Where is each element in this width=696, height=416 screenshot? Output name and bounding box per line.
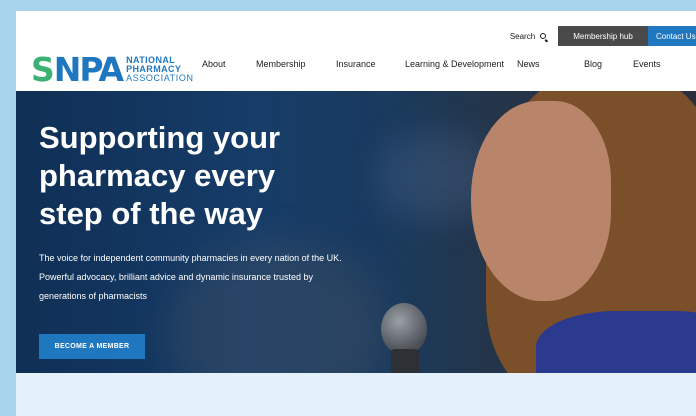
logo-wordmark: NATIONAL PHARMACY ASSOCIATION bbox=[126, 55, 194, 83]
contact-us-label: Contact Us bbox=[656, 31, 696, 41]
nav-learning-development[interactable]: Learning & Development bbox=[405, 59, 504, 69]
hero-description: The voice for independent community phar… bbox=[39, 253, 342, 301]
nav-insurance[interactable]: Insurance bbox=[336, 59, 376, 69]
utility-bar: Search Membership hub Contact Us bbox=[499, 26, 696, 46]
nav-about[interactable]: About bbox=[202, 59, 226, 69]
logo-line-3: ASSOCIATION bbox=[126, 72, 194, 83]
search-label: Search bbox=[509, 31, 536, 41]
search-icon bbox=[540, 32, 547, 40]
npa-logo[interactable]: S NPA NATIONAL PHARMACY ASSOCIATION bbox=[31, 49, 194, 89]
hero-photo-shirt bbox=[536, 311, 696, 373]
nav-blog[interactable]: Blog bbox=[584, 59, 602, 69]
microphone-stand bbox=[391, 349, 419, 373]
hero-heading: Supporting your pharmacy every step of t… bbox=[39, 120, 281, 231]
hero-photo-face bbox=[471, 101, 611, 301]
nav-events[interactable]: Events bbox=[633, 59, 661, 69]
logo-mark: S NPA bbox=[31, 49, 124, 89]
page: Search Membership hub Contact Us S NPA N… bbox=[16, 11, 696, 416]
next-section bbox=[16, 373, 696, 416]
logo-s-icon: S bbox=[31, 49, 55, 89]
logo-letters: NPA bbox=[53, 49, 124, 89]
nav-news[interactable]: News bbox=[517, 59, 540, 69]
nav-membership[interactable]: Membership bbox=[256, 59, 306, 69]
membership-hub-button[interactable]: Membership hub bbox=[558, 26, 648, 46]
search-button[interactable]: Search bbox=[499, 26, 558, 46]
membership-hub-label: Membership hub bbox=[573, 31, 633, 41]
hero-banner: Supporting your pharmacy every step of t… bbox=[16, 91, 696, 373]
become-member-button[interactable]: BECOME A MEMBER bbox=[39, 334, 145, 359]
contact-us-button[interactable]: Contact Us bbox=[648, 26, 696, 46]
microphone-icon bbox=[381, 303, 427, 355]
